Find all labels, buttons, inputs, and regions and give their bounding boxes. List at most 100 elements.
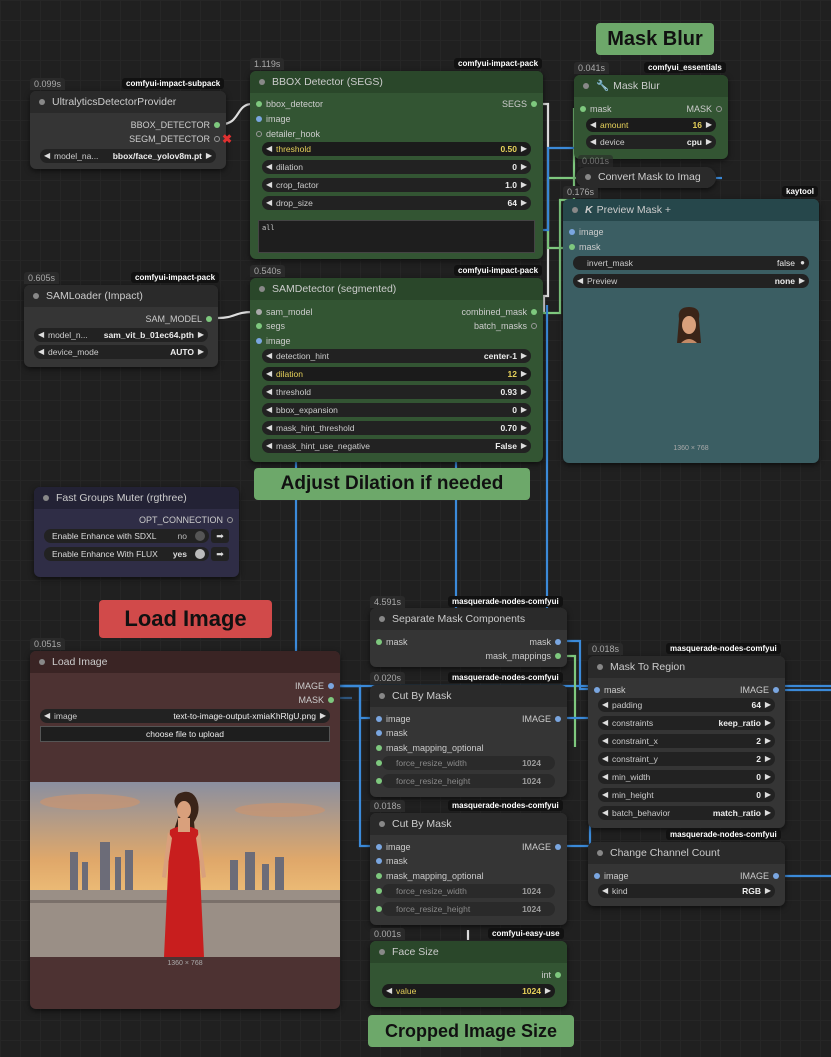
arrow-left-icon[interactable]: ◀ xyxy=(602,884,608,898)
constraint-y-widget[interactable]: ◀ constraint_y 2 ▶ xyxy=(598,752,775,766)
force-resize-width-widget[interactable]: force_resize_width 1024 xyxy=(382,756,555,770)
output-image[interactable]: IMAGE xyxy=(522,841,561,853)
min-height-widget[interactable]: ◀ min_height 0 ▶ xyxy=(598,788,775,802)
force-resize-height-widget[interactable]: force_resize_height 1024 xyxy=(382,774,555,788)
collapse-dot-icon[interactable] xyxy=(572,207,578,213)
arrow-left-icon[interactable]: ◀ xyxy=(602,716,608,730)
arrow-right-icon[interactable]: ▶ xyxy=(545,984,551,998)
socket-icon[interactable] xyxy=(214,136,220,142)
load-image-node[interactable]: Load Image IMAGE MASK ◀ image text-to-imag… xyxy=(30,651,340,1009)
socket-icon[interactable] xyxy=(376,873,382,879)
output-mask[interactable]: MASK xyxy=(298,694,334,706)
socket-icon[interactable] xyxy=(376,745,382,751)
collapse-dot-icon[interactable] xyxy=(259,79,265,85)
arrow-left-icon[interactable]: ◀ xyxy=(266,178,272,192)
arrow-right-icon[interactable]: ▶ xyxy=(799,274,805,288)
go-to-group-arrow-icon[interactable]: ➡ xyxy=(211,529,229,543)
output-segs[interactable]: SEGS xyxy=(502,98,537,110)
collapse-dot-icon[interactable] xyxy=(39,659,45,665)
collapse-dot-icon[interactable] xyxy=(43,495,49,501)
crop-factor-widget[interactable]: ◀ crop_factor 1.0 ▶ xyxy=(262,178,531,192)
samdetector-node[interactable]: SAMDetector (segmented) sam_model segs i… xyxy=(250,278,543,462)
arrow-right-icon[interactable]: ▶ xyxy=(765,752,771,766)
output-image[interactable]: IMAGE xyxy=(740,684,779,696)
preview-mask-node[interactable]: K Preview Mask + image mask invert_mask fa… xyxy=(563,199,819,463)
arrow-right-icon[interactable]: ▶ xyxy=(521,385,527,399)
collapse-dot-icon[interactable] xyxy=(379,616,385,622)
arrow-right-icon[interactable]: ▶ xyxy=(765,884,771,898)
arrow-right-icon[interactable]: ▶ xyxy=(765,698,771,712)
collapse-dot-icon[interactable] xyxy=(39,99,45,105)
arrow-right-icon[interactable]: ▶ xyxy=(521,160,527,174)
padding-widget[interactable]: ◀ padding 64 ▶ xyxy=(598,698,775,712)
socket-icon[interactable] xyxy=(376,639,382,645)
socket-icon[interactable] xyxy=(569,244,575,250)
socket-icon[interactable] xyxy=(555,639,561,645)
node-title[interactable]: Face Size xyxy=(370,941,567,963)
socket-icon[interactable] xyxy=(227,517,233,523)
preview-combo[interactable]: ◀ Preview none ▶ xyxy=(573,274,809,288)
input-image[interactable]: image xyxy=(376,713,411,725)
face-size-node[interactable]: Face Size int ◀ value 1024 ▶ xyxy=(370,941,567,1007)
socket-icon[interactable] xyxy=(376,760,382,766)
convert-mask-to-image-node[interactable]: Convert Mask to Imag xyxy=(576,167,716,188)
socket-icon[interactable] xyxy=(328,683,334,689)
input-mask-mapping-optional[interactable]: mask_mapping_optional xyxy=(376,870,484,882)
output-combined-mask[interactable]: combined_mask xyxy=(461,306,537,318)
input-image[interactable]: image xyxy=(376,841,411,853)
arrow-left-icon[interactable]: ◀ xyxy=(266,142,272,156)
socket-icon[interactable] xyxy=(555,972,561,978)
input-mask[interactable]: mask xyxy=(594,684,626,696)
socket-icon[interactable] xyxy=(214,122,220,128)
socket-icon[interactable] xyxy=(376,888,382,894)
toggle-knob-icon[interactable] xyxy=(195,531,205,541)
arrow-right-icon[interactable]: ▶ xyxy=(320,709,326,723)
arrow-left-icon[interactable]: ◀ xyxy=(266,160,272,174)
arrow-right-icon[interactable]: ▶ xyxy=(198,328,204,342)
node-title[interactable]: Cut By Mask xyxy=(370,685,567,707)
output-sam-model[interactable]: SAM_MODEL xyxy=(145,313,212,325)
cut-by-mask-node-1[interactable]: Cut By Mask image mask mask_mapping_opti… xyxy=(370,685,567,797)
arrow-right-icon[interactable]: ▶ xyxy=(706,118,712,132)
node-title[interactable]: 🔧 Mask Blur xyxy=(574,75,728,97)
collapse-dot-icon[interactable] xyxy=(597,664,603,670)
arrow-left-icon[interactable]: ◀ xyxy=(266,196,272,210)
output-opt-connection[interactable]: OPT_CONNECTION xyxy=(139,514,233,526)
collapse-dot-icon[interactable] xyxy=(583,83,589,89)
toggle-knob-icon[interactable]: ● xyxy=(800,256,805,270)
arrow-left-icon[interactable]: ◀ xyxy=(266,421,272,435)
socket-icon[interactable] xyxy=(256,338,262,344)
socket-icon[interactable] xyxy=(256,323,262,329)
socket-icon[interactable] xyxy=(555,716,561,722)
bbox-expansion-widget[interactable]: ◀ bbox_expansion 0 ▶ xyxy=(262,403,531,417)
socket-icon[interactable] xyxy=(376,716,382,722)
output-mask[interactable]: mask xyxy=(529,636,561,648)
ultralytics-detector-node[interactable]: UltralyticsDetectorProvider BBOX_DETECTO… xyxy=(30,91,232,169)
arrow-right-icon[interactable]: ▶ xyxy=(521,439,527,453)
socket-icon[interactable] xyxy=(555,844,561,850)
node-title[interactable]: Change Channel Count xyxy=(588,842,785,864)
arrow-left-icon[interactable]: ◀ xyxy=(38,328,44,342)
constraints-combo[interactable]: ◀ constraints keep_ratio ▶ xyxy=(598,716,775,730)
node-title[interactable]: UltralyticsDetectorProvider xyxy=(30,91,226,113)
input-image[interactable]: image xyxy=(256,113,291,125)
arrow-left-icon[interactable]: ◀ xyxy=(266,367,272,381)
input-mask[interactable]: mask xyxy=(376,855,408,867)
cut-by-mask-node-2[interactable]: Cut By Mask image mask mask_mapping_opti… xyxy=(370,813,567,925)
change-channel-count-node[interactable]: Change Channel Count image IMAGE ◀ kind RG… xyxy=(588,842,785,906)
toggle-knob-icon[interactable] xyxy=(195,549,205,559)
arrow-left-icon[interactable]: ◀ xyxy=(602,752,608,766)
node-title[interactable]: SAMDetector (segmented) xyxy=(250,278,543,300)
output-int[interactable]: int xyxy=(541,969,561,981)
socket-icon[interactable] xyxy=(328,697,334,703)
socket-icon[interactable] xyxy=(256,116,262,122)
device-combo[interactable]: ◀ device cpu ▶ xyxy=(586,135,716,149)
image-file-combo[interactable]: ◀ image text-to-image-output-xmiaKhRlgU.pn… xyxy=(40,709,330,723)
arrow-left-icon[interactable]: ◀ xyxy=(602,806,608,820)
arrow-right-icon[interactable]: ▶ xyxy=(521,367,527,381)
node-title[interactable]: Cut By Mask xyxy=(370,813,567,835)
socket-icon[interactable] xyxy=(569,229,575,235)
arrow-right-icon[interactable]: ▶ xyxy=(521,421,527,435)
arrow-right-icon[interactable]: ▶ xyxy=(765,716,771,730)
node-title[interactable]: Mask To Region xyxy=(588,656,785,678)
